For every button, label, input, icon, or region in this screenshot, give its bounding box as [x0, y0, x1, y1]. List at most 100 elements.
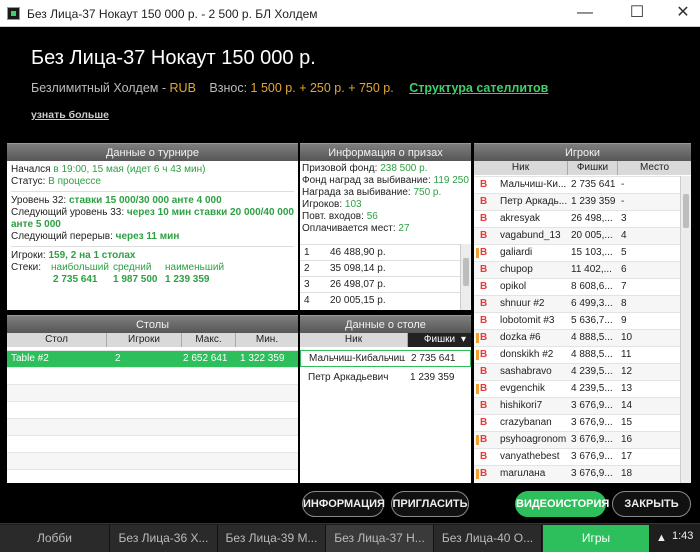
col-td-chips[interactable]: Фишки ▾ — [408, 333, 471, 347]
table-data-row[interactable]: Мальчиш-Кибальчиш 2 735 641 — [300, 350, 471, 367]
players-panel: Ник Фишки Место B Мальчиш-Ки... 2 735 641-… — [474, 161, 691, 483]
player-row[interactable]: Bopikol 8 608,6... 7 — [474, 278, 680, 295]
level-value: ставки 15 000/30 000 анте 4 000 — [68, 195, 222, 206]
col-nick[interactable]: Ник — [474, 161, 568, 175]
tab-table-36[interactable]: Без Лица-36 Х... — [110, 525, 218, 552]
stacks-label: Стеки: — [11, 262, 41, 273]
players-list: B Мальчиш-Ки... 2 735 641- B Петр Аркадь... 1… — [474, 176, 680, 483]
close-window-button[interactable]: ✕ — [660, 0, 700, 27]
player-row[interactable]: Blobotomit #3 5 636,7... 9 — [474, 312, 680, 329]
player-nick: psyhoagronom — [500, 434, 567, 445]
ko-reward-value: 750 р. — [413, 187, 442, 198]
learn-more-link[interactable]: узнать больше — [31, 109, 109, 121]
prize-info-panel: Призовой фонд: 238 500 р. Фонд наград за… — [300, 161, 471, 310]
col-players[interactable]: Игроки — [107, 333, 182, 347]
player-row[interactable]: Bsashabravo 4 239,5... 12 — [474, 363, 680, 380]
player-row[interactable]: Bpsyhoagronom 3 676,9... 16 — [474, 431, 680, 448]
player-row[interactable]: Bchupop 11 402,... 6 — [474, 261, 680, 278]
tournament-title: Без Лица-37 Нокаут 150 000 р. — [31, 47, 316, 69]
players-scrollbar[interactable] — [680, 176, 691, 483]
pool-label: Призовой фонд: — [302, 163, 378, 174]
player-chips: 15 103,... — [571, 247, 613, 258]
col-td-nick[interactable]: Ник — [300, 333, 408, 347]
prize-row: 2 35 098,14 р. — [300, 260, 460, 276]
info-button[interactable]: ИНФОРМАЦИЯ — [302, 491, 385, 517]
player-chips: 3 676,9... — [571, 434, 613, 445]
player-place: 3 — [621, 213, 627, 224]
player-chips: 3 676,9... — [571, 468, 613, 479]
player-nick: sashabravo — [500, 366, 552, 377]
status-value: В процессе — [48, 176, 101, 187]
tab-games[interactable]: Игры — [543, 525, 650, 552]
close-button[interactable]: ЗАКРЫТЬ — [612, 491, 691, 517]
bounty-icon: B — [480, 196, 488, 207]
bounty-icon: B — [480, 247, 488, 258]
player-row[interactable]: Bdozka #6 4 888,5... 10 — [474, 329, 680, 346]
player-place: 9 — [621, 315, 627, 326]
maximize-button[interactable]: ☐ — [614, 0, 660, 27]
tab-lobby[interactable]: Лобби — [0, 525, 110, 552]
table-data-panel: Ник Фишки ▾ Мальчиш-Кибальчиш 2 735 641 … — [300, 333, 471, 483]
title-bar: Без Лица-37 Нокаут 150 000 р. - 2 500 р.… — [0, 0, 700, 27]
player-chips: 3 676,9... — [571, 451, 613, 462]
video-history-button[interactable]: ВИДЕОИСТОРИЯ — [515, 491, 609, 517]
player-place: 15 — [621, 417, 633, 428]
bounty-icon: B — [480, 400, 488, 411]
tab-table-39[interactable]: Без Лица-39 М... — [218, 525, 326, 552]
player-row[interactable]: Bevgenchik 4 239,5... 13 — [474, 380, 680, 397]
player-row[interactable]: B Петр Аркадь... 1 239 359- — [474, 193, 680, 210]
status-marker-icon — [476, 384, 479, 394]
tab-table-40[interactable]: Без Лица-40 О... — [434, 525, 542, 552]
status-marker-icon — [476, 350, 479, 360]
player-row[interactable]: B Мальчиш-Ки... 2 735 641- — [474, 176, 680, 193]
tab-table-37[interactable]: Без Лица-37 Н... — [326, 525, 434, 552]
col-chips[interactable]: Фишки — [568, 161, 618, 175]
player-row[interactable]: Bcrazybanan 3 676,9... 15 — [474, 414, 680, 431]
bounty-icon: B — [480, 281, 488, 292]
player-nick: chupop — [500, 264, 533, 275]
player-row[interactable]: Bgaliardi 15 103,... 5 — [474, 244, 680, 261]
player-chips: 26 498,... — [571, 213, 613, 224]
prize-row: 1 46 488,90 р. — [300, 244, 460, 260]
prize-row: 4 20 005,15 р. — [300, 292, 460, 308]
player-nick: hishikori7 — [500, 400, 543, 411]
player-row[interactable]: Bmaruлана 3 676,9... 18 — [474, 465, 680, 482]
player-row[interactable]: Bdonskikh #2 4 888,5... 11 — [474, 346, 680, 363]
prize-scrollbar[interactable] — [460, 244, 471, 310]
tournament-info-panel: Начался в 19:00, 15 мая (идет 6 ч 43 мин… — [7, 161, 298, 310]
table-data-row[interactable]: Петр Аркадьевич 1 239 359 — [300, 369, 471, 386]
player-row[interactable]: Bvanyathebest 3 676,9... 17 — [474, 448, 680, 465]
bounty-icon: B — [480, 366, 488, 377]
player-chips: 4 888,5... — [571, 332, 613, 343]
player-nick: Мальчиш-Ки... — [500, 179, 567, 190]
player-chips: 2 735 641 — [571, 179, 615, 190]
stack-largest-label: наибольший — [51, 262, 109, 273]
minimize-button[interactable]: — — [562, 0, 608, 27]
fee-value: 1 500 р. + 250 р. + 750 р. — [250, 81, 394, 95]
satellites-link[interactable]: Структура сателлитов — [409, 81, 548, 95]
col-place[interactable]: Место — [618, 161, 691, 175]
tables-panel: Стол Игроки Макс. Мин. Table #2 2 2 652 … — [7, 333, 298, 483]
tray-arrow-icon[interactable]: ▲ — [656, 532, 667, 544]
player-chips: 4 239,5... — [571, 383, 613, 394]
player-chips: 6 499,3... — [571, 298, 613, 309]
started-label: Начался — [11, 164, 51, 175]
invite-button[interactable]: ПРИГЛАСИТЬ — [391, 491, 469, 517]
tournament-window: Без Лица-37 Нокаут 150 000 р. - 2 500 р.… — [0, 0, 700, 552]
table-row[interactable]: Table #2 2 2 652 641 1 322 359 — [7, 350, 298, 367]
app-logo-icon — [7, 7, 20, 20]
players-header: Игроки — [474, 143, 691, 161]
player-chips: 8 608,6... — [571, 281, 613, 292]
player-row[interactable]: Bakresyak 26 498,... 3 — [474, 210, 680, 227]
level-label: Уровень 32: — [11, 195, 67, 206]
col-max[interactable]: Макс. — [182, 333, 236, 347]
player-row[interactable]: Bhishikori7 3 676,9... 14 — [474, 397, 680, 414]
player-row[interactable]: Bvagabund_13 20 005,... 4 — [474, 227, 680, 244]
player-chips: 3 676,9... — [571, 400, 613, 411]
player-nick: crazybanan — [500, 417, 552, 428]
player-place: 4 — [621, 230, 627, 241]
player-row[interactable]: Bshnuur #2 6 499,3... 8 — [474, 295, 680, 312]
col-min[interactable]: Мин. — [236, 333, 298, 347]
fee-label: Взнос: — [209, 81, 248, 95]
col-table[interactable]: Стол — [7, 333, 107, 347]
